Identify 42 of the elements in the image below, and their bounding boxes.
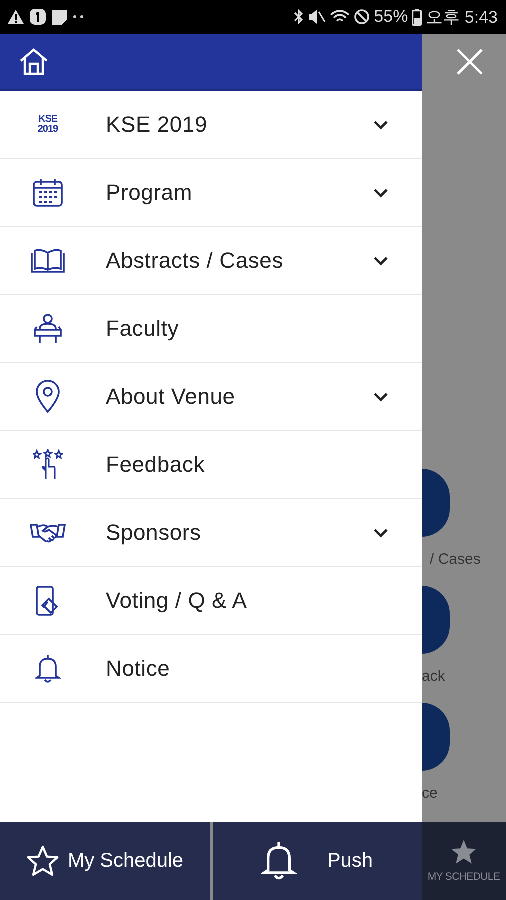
- menu-item[interactable]: Sponsors: [0, 499, 422, 567]
- tile-label: / Cases: [429, 551, 481, 568]
- close-icon[interactable]: [457, 49, 483, 75]
- book-icon: [31, 248, 65, 274]
- note-icon: [52, 10, 67, 24]
- notification-icon: [30, 9, 46, 25]
- menu-item[interactable]: Notice: [0, 635, 422, 703]
- tile-label: ack: [422, 668, 446, 685]
- chevron-down-icon: [373, 120, 389, 130]
- chevron-down-icon: [373, 188, 389, 198]
- menu-item[interactable]: About Venue: [0, 363, 422, 431]
- bell-icon: [261, 841, 298, 881]
- menu-item[interactable]: Voting / Q & A: [0, 567, 422, 635]
- mute-icon: [308, 9, 326, 25]
- star-icon: [26, 845, 60, 877]
- footer-button[interactable]: My Schedule: [0, 822, 210, 900]
- bluetooth-icon: [294, 9, 304, 25]
- menu-item[interactable]: Abstracts / Cases: [0, 227, 422, 295]
- tile-label: ce: [422, 785, 438, 802]
- lectern-icon: [32, 312, 64, 344]
- chevron-down-icon: [373, 528, 389, 538]
- chevron-down-icon: [373, 256, 389, 266]
- chevron-down-icon: [373, 392, 389, 402]
- more-icon: [73, 15, 85, 19]
- tap-rating-icon: [33, 448, 63, 480]
- footer-button[interactable]: Push: [212, 822, 422, 900]
- star-icon: [450, 839, 478, 865]
- location-pin-icon: [35, 380, 61, 414]
- blocked-icon: [354, 9, 370, 25]
- clock: 오후 5:43: [426, 6, 498, 28]
- menu-item[interactable]: KSE 2019 KSE 2019: [0, 91, 422, 159]
- home-icon[interactable]: [19, 48, 49, 76]
- logo-icon: KSE 2019: [38, 114, 58, 134]
- warning-icon: [8, 10, 24, 24]
- menu-item[interactable]: Faculty: [0, 295, 422, 363]
- bell-icon: [35, 654, 61, 684]
- battery-percent: 55%: [374, 7, 408, 27]
- menu-item[interactable]: Feedback: [0, 431, 422, 499]
- menu-item[interactable]: Program: [0, 159, 422, 227]
- my-schedule-tab[interactable]: MY SCHEDULE: [422, 822, 506, 900]
- calendar-icon: [32, 178, 64, 208]
- battery-icon: [412, 8, 422, 26]
